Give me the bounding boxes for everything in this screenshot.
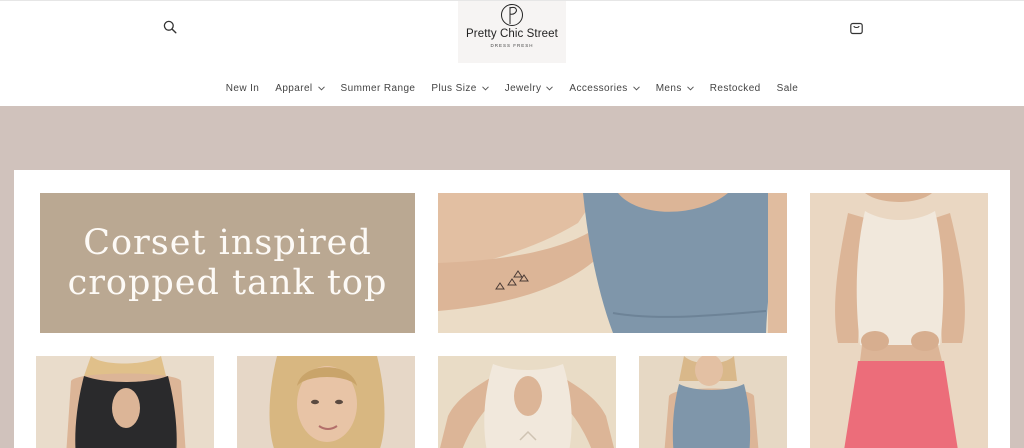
hero-title-card: Corset inspired cropped tank top [40, 193, 415, 333]
nav-item-label: Apparel [275, 82, 313, 94]
nav-item-plus-size[interactable]: Plus Size [431, 80, 489, 96]
nav-item-label: Accessories [569, 82, 628, 94]
search-icon [163, 20, 177, 34]
product-photo-blue-tank-closeup [438, 193, 787, 333]
nav-item-jewelry[interactable]: Jewelry [505, 80, 554, 96]
chevron-down-icon [317, 85, 325, 91]
nav-item-apparel[interactable]: Apparel [275, 80, 325, 96]
product-collage: Corset inspired cropped tank top [14, 170, 1010, 448]
nav-item-label: Sale [776, 82, 799, 94]
hero-title-line-2: cropped tank top [67, 263, 388, 303]
chevron-down-icon [686, 85, 694, 91]
cart-button[interactable] [842, 13, 870, 41]
product-photo-cream-tank-pink-skirt [810, 193, 988, 448]
shopping-bag-icon [849, 22, 863, 34]
logo-tagline: DRESS FRESH [490, 43, 534, 48]
hero-title-line-1: Corset inspired [83, 223, 372, 263]
nav-item-label: Restocked [709, 82, 761, 94]
search-button[interactable] [156, 13, 184, 41]
product-photo-cream-tank-back [438, 356, 616, 448]
nav-item-label: Summer Range [340, 82, 416, 94]
product-photo-blue-tank-front [639, 356, 787, 448]
hero-banner[interactable]: Corset inspired cropped tank top [0, 106, 1024, 448]
nav-item-label: Mens [655, 82, 682, 94]
site-logo[interactable]: Pretty Chic Street DRESS FRESH [458, 1, 566, 63]
main-navigation: New In Apparel Summer Range Plus Size Je… [0, 80, 1024, 96]
product-photo-black-tank-back [36, 356, 214, 448]
nav-item-label: Plus Size [431, 82, 477, 94]
nav-item-label: Jewelry [504, 82, 542, 94]
nav-item-summer-range[interactable]: Summer Range [341, 80, 416, 96]
nav-item-label: New In [225, 82, 260, 94]
chevron-down-icon [632, 85, 640, 91]
nav-item-sale[interactable]: Sale [777, 80, 799, 96]
chevron-down-icon [546, 85, 554, 91]
logo-name: Pretty Chic Street [466, 28, 558, 40]
nav-item-accessories[interactable]: Accessories [569, 80, 640, 96]
site-header: Pretty Chic Street DRESS FRESH New In Ap… [0, 0, 1024, 106]
nav-item-restocked[interactable]: Restocked [710, 80, 761, 96]
product-photo-model-portrait [237, 356, 415, 448]
chevron-down-icon [481, 85, 489, 91]
nav-item-new-in[interactable]: New In [226, 80, 260, 96]
nav-item-mens[interactable]: Mens [656, 80, 694, 96]
logo-monogram-icon [501, 4, 523, 26]
